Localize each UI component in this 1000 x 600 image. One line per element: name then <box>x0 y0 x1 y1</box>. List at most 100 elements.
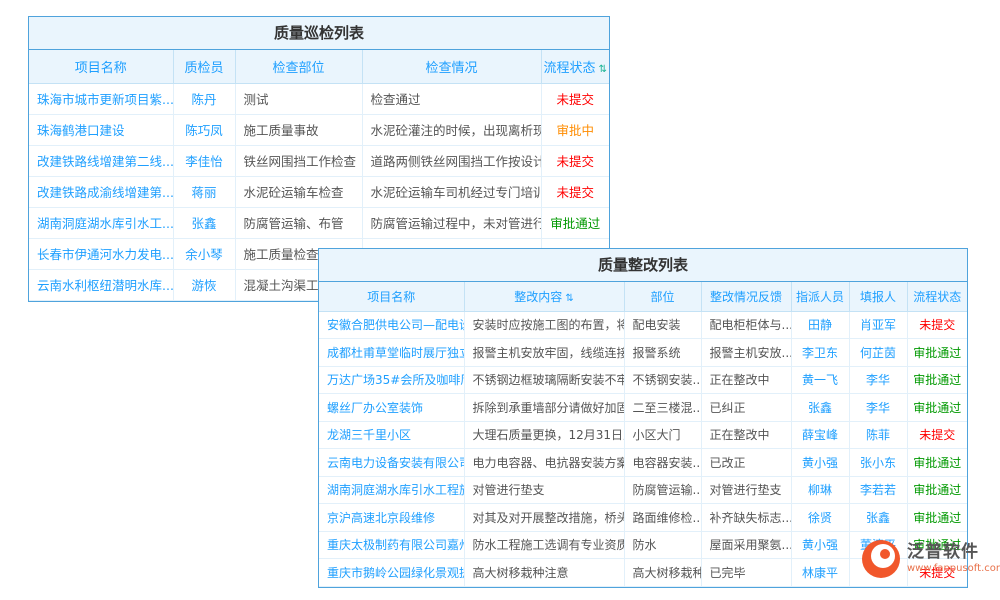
sort-icon[interactable]: ⇅ <box>565 293 573 304</box>
project-link[interactable]: 珠海鹤港口建设 <box>29 114 173 145</box>
project-link[interactable]: 云南电力设备安装有限公司20... <box>319 449 464 477</box>
rectification-part: 电容器安装... <box>624 449 701 477</box>
project-link[interactable]: 湖南洞庭湖水库引水工... <box>29 207 173 238</box>
status-badge: 未提交 <box>541 83 609 114</box>
status-badge: 审批通过 <box>907 366 967 394</box>
table-row[interactable]: 湖南洞庭湖水库引水工程施工项... 对管进行垫支 防腐管运输... 对管进行垫支… <box>319 476 967 504</box>
col-header-reporter: 填报人 <box>849 282 907 311</box>
reporter-name: 李华 <box>849 394 907 422</box>
rectification-list-window: 质量整改列表 项目名称 整改内容⇅ 部位 整改情况反馈 指派人员 填报人 流程状… <box>318 248 968 588</box>
rectification-feedback: 屋面采用聚氨... <box>701 531 791 559</box>
status-badge: 未提交 <box>541 145 609 176</box>
rectification-part: 防腐管运输... <box>624 476 701 504</box>
rectification-content: 对管进行垫支 <box>464 476 624 504</box>
table-row[interactable]: 龙湖三千里小区 大理石质量更换，12月31日之... 小区大门 正在整改中 薛宝… <box>319 421 967 449</box>
project-link[interactable]: 万达广场35#会所及咖啡厅空... <box>319 366 464 394</box>
rectification-feedback: 补齐缺失标志... <box>701 504 791 532</box>
rectification-feedback: 对管进行垫支 <box>701 476 791 504</box>
fanpusoft-logo-text: 泛普软件 www.fanpusoft.com <box>907 543 1000 574</box>
col-header-situation: 检查情况 <box>362 50 541 83</box>
rectification-feedback: 已完毕 <box>701 559 791 587</box>
rectification-part: 二至三楼混... <box>624 394 701 422</box>
rectification-part: 路面维修检... <box>624 504 701 532</box>
col-header-status-label: 流程状态 <box>544 61 596 76</box>
logo-name: 泛普软件 <box>907 543 1000 563</box>
sort-icon[interactable]: ⇅ <box>599 64 607 75</box>
inspector-name: 陈丹 <box>173 83 235 114</box>
inspection-situation: 检查通过 <box>362 83 541 114</box>
rectification-feedback: 已纠正 <box>701 394 791 422</box>
rectification-content: 报警主机安放牢固，线缆连接... <box>464 339 624 367</box>
reporter-name: 张鑫 <box>849 504 907 532</box>
table-row[interactable]: 京沪高速北京段维修 对其及对开展整改措施，桥头... 路面维修检... 补齐缺失… <box>319 504 967 532</box>
status-badge: 审批通过 <box>907 339 967 367</box>
inspection-header-row: 项目名称 质检员 检查部位 检查情况 流程状态⇅ <box>29 50 609 83</box>
project-link[interactable]: 京沪高速北京段维修 <box>319 504 464 532</box>
project-link[interactable]: 重庆太极制药有限公司嘉州中... <box>319 531 464 559</box>
rectification-feedback: 已改正 <box>701 449 791 477</box>
project-link[interactable]: 云南水利枢纽潜明水库... <box>29 269 173 300</box>
rectification-part: 报警系统 <box>624 339 701 367</box>
project-link[interactable]: 安徽合肥供电公司—配电设备... <box>319 311 464 339</box>
rectification-content: 大理石质量更换，12月31日之... <box>464 421 624 449</box>
reporter-name: 李华 <box>849 366 907 394</box>
inspector-name: 李佳怡 <box>173 145 235 176</box>
rectification-content: 对其及对开展整改措施，桥头... <box>464 504 624 532</box>
table-row[interactable]: 改建铁路成渝线增建第... 蒋丽 水泥砼运输车检查 水泥砼运输车司机经过专门培训… <box>29 176 609 207</box>
inspection-part: 铁丝网围挡工作检查 <box>235 145 362 176</box>
table-row[interactable]: 安徽合肥供电公司—配电设备... 安装时应按施工图的布置，将... 配电安装 配… <box>319 311 967 339</box>
rectification-header-row: 项目名称 整改内容⇅ 部位 整改情况反馈 指派人员 填报人 流程状态 <box>319 282 967 311</box>
col-header-content[interactable]: 整改内容⇅ <box>464 282 624 311</box>
project-link[interactable]: 珠海市城市更新项目紫... <box>29 83 173 114</box>
table-row[interactable]: 珠海市城市更新项目紫... 陈丹 测试 检查通过 未提交 <box>29 83 609 114</box>
inspector-name: 蒋丽 <box>173 176 235 207</box>
project-link[interactable]: 长春市伊通河水力发电... <box>29 238 173 269</box>
table-row[interactable]: 珠海鹤港口建设 陈巧凤 施工质量事故 水泥砼灌注的时候，出现离析现象 审批中 <box>29 114 609 145</box>
inspection-situation: 水泥砼运输车司机经过专门培训... <box>362 176 541 207</box>
table-row[interactable]: 万达广场35#会所及咖啡厅空... 不锈钢边框玻璃隔断安装不牢... 不锈钢安装… <box>319 366 967 394</box>
fanpusoft-logo[interactable]: 泛普软件 www.fanpusoft.com <box>862 540 1000 578</box>
fanpusoft-logo-icon <box>862 540 900 578</box>
table-row[interactable]: 湖南洞庭湖水库引水工... 张鑫 防腐管运输、布管 防腐管运输过程中，未对管进行… <box>29 207 609 238</box>
rectification-feedback: 报警主机安放... <box>701 339 791 367</box>
project-link[interactable]: 重庆市鹅岭公园绿化景观提升... <box>319 559 464 587</box>
col-header-inspector: 质检员 <box>173 50 235 83</box>
table-row[interactable]: 螺丝厂办公室装饰 拆除到承重墙部分请做好加固... 二至三楼混... 已纠正 张… <box>319 394 967 422</box>
assignee-name: 黄小强 <box>791 531 849 559</box>
col-header-content-label: 整改内容 <box>514 290 562 304</box>
table-row[interactable]: 云南电力设备安装有限公司20... 电力电容器、电抗器安装方案,... 电容器安… <box>319 449 967 477</box>
inspector-name: 张鑫 <box>173 207 235 238</box>
col-header-project: 项目名称 <box>29 50 173 83</box>
reporter-name: 李若若 <box>849 476 907 504</box>
rectification-part: 小区大门 <box>624 421 701 449</box>
col-header-project: 项目名称 <box>319 282 464 311</box>
col-header-status[interactable]: 流程状态⇅ <box>541 50 609 83</box>
reporter-name: 肖亚军 <box>849 311 907 339</box>
assignee-name: 薛宝峰 <box>791 421 849 449</box>
project-link[interactable]: 湖南洞庭湖水库引水工程施工项... <box>319 476 464 504</box>
inspection-situation: 水泥砼灌注的时候，出现离析现象 <box>362 114 541 145</box>
col-header-feedback: 整改情况反馈 <box>701 282 791 311</box>
project-link[interactable]: 改建铁路成渝线增建第... <box>29 176 173 207</box>
assignee-name: 李卫东 <box>791 339 849 367</box>
status-badge: 审批通过 <box>907 504 967 532</box>
inspection-list-title: 质量巡检列表 <box>29 17 609 50</box>
rectification-content: 电力电容器、电抗器安装方案,... <box>464 449 624 477</box>
rectification-feedback: 配电柜柜体与... <box>701 311 791 339</box>
inspection-part: 施工质量事故 <box>235 114 362 145</box>
project-link[interactable]: 螺丝厂办公室装饰 <box>319 394 464 422</box>
col-header-part: 部位 <box>624 282 701 311</box>
assignee-name: 黄小强 <box>791 449 849 477</box>
project-link[interactable]: 龙湖三千里小区 <box>319 421 464 449</box>
project-link[interactable]: 改建铁路线增建第二线... <box>29 145 173 176</box>
rectification-part: 防水 <box>624 531 701 559</box>
status-badge: 审批通过 <box>907 449 967 477</box>
reporter-name: 陈菲 <box>849 421 907 449</box>
project-link[interactable]: 成都杜甫草堂临时展厅独立展... <box>319 339 464 367</box>
col-header-status: 流程状态 <box>907 282 967 311</box>
table-row[interactable]: 改建铁路线增建第二线... 李佳怡 铁丝网围挡工作检查 道路两侧铁丝网围挡工作按… <box>29 145 609 176</box>
table-row[interactable]: 成都杜甫草堂临时展厅独立展... 报警主机安放牢固，线缆连接... 报警系统 报… <box>319 339 967 367</box>
rectification-part: 高大树移栽种 <box>624 559 701 587</box>
reporter-name: 张小东 <box>849 449 907 477</box>
rectification-feedback: 正在整改中 <box>701 366 791 394</box>
